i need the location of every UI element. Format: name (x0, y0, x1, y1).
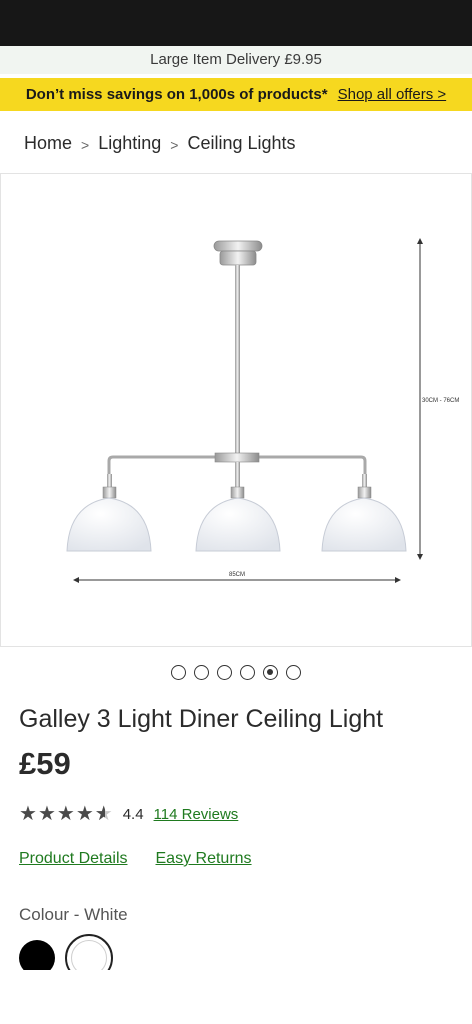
product-details-link[interactable]: Product Details (19, 850, 128, 868)
star-full-icon: ★ (56, 803, 75, 825)
colour-label: Colour - White (19, 905, 128, 924)
breadcrumb-home[interactable]: Home (24, 133, 72, 154)
colour-swatches (17, 932, 137, 970)
delivery-text: Large Item Delivery £9.95 (150, 51, 322, 68)
product-image-gallery[interactable]: 30CM - 76CM 85CM (0, 173, 472, 647)
delivery-strip: Large Item Delivery £9.95 (0, 46, 472, 74)
gallery-dot-2[interactable] (194, 664, 209, 680)
width-dimension-label: 85CM (229, 572, 245, 578)
shop-all-offers-link[interactable]: Shop all offers > (338, 86, 447, 103)
breadcrumb-ceiling-lights[interactable]: Ceiling Lights (187, 133, 295, 154)
breadcrumb-chevron-icon: > (81, 137, 90, 153)
status-bar (0, 0, 472, 46)
easy-returns-link[interactable]: Easy Returns (156, 850, 252, 868)
product-rating: ★ ★ ★ ★ ★ 4.4 114 Reviews (19, 804, 238, 824)
gallery-dot-4[interactable] (240, 664, 255, 680)
rating-stars-icon: ★ ★ ★ ★ ★ (19, 804, 113, 824)
star-full-icon: ★ (37, 803, 56, 825)
colour-swatch-white[interactable] (65, 934, 113, 970)
star-full-icon: ★ (19, 803, 37, 825)
product-image: 30CM - 76CM 85CM (66, 238, 459, 583)
gallery-pagination (0, 663, 472, 681)
breadcrumb-chevron-icon: > (170, 137, 179, 153)
star-full-icon: ★ (75, 803, 94, 825)
breadcrumb-lighting[interactable]: Lighting (98, 133, 161, 154)
gallery-dot-5[interactable] (263, 664, 278, 680)
star-half-icon: ★ (95, 804, 113, 824)
product-price: £59 (19, 746, 71, 781)
product-title: Galley 3 Light Diner Ceiling Light (19, 705, 384, 733)
colour-swatch-black[interactable] (19, 940, 55, 970)
rating-value: 4.4 (122, 805, 144, 823)
reviews-link[interactable]: 114 Reviews (154, 806, 239, 823)
gallery-dot-6[interactable] (286, 664, 301, 680)
swatch-inner (71, 940, 107, 970)
height-dimension-label: 30CM - 76CM (422, 398, 459, 404)
product-info-links: Product Details Easy Returns (19, 850, 252, 868)
gallery-dot-1[interactable] (171, 664, 186, 680)
offer-text: Don’t miss savings on 1,000s of products… (25, 86, 328, 103)
breadcrumb: Home > Lighting > Ceiling Lights (24, 131, 296, 155)
offer-banner: Don’t miss savings on 1,000s of products… (0, 78, 472, 111)
gallery-dot-3[interactable] (217, 664, 232, 680)
